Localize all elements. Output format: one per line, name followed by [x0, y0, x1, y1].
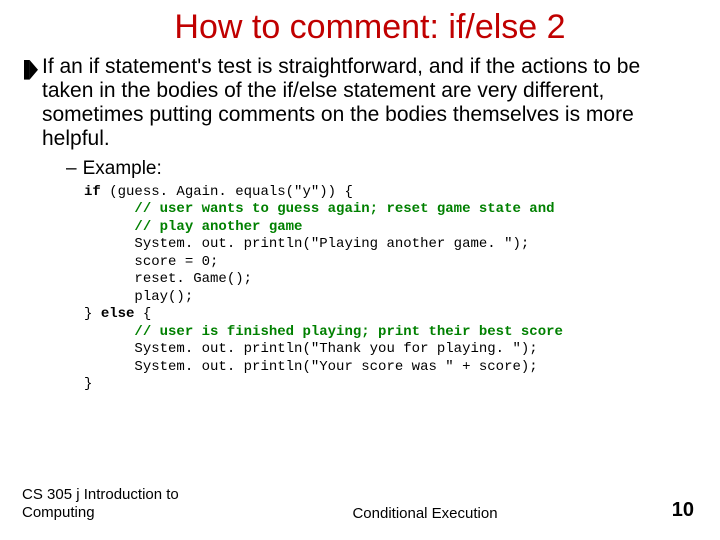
example-label-row: –Example: — [66, 158, 696, 180]
code-line-4: System. out. println("Playing another ga… — [134, 236, 529, 252]
code-comment-2: // play another game — [134, 219, 302, 235]
code-comment-3: // user is finished playing; print their… — [134, 324, 562, 340]
slide-title: How to comment: if/else 2 — [0, 0, 720, 47]
code-line-7: play(); — [134, 289, 193, 305]
code-block: if (guess. Again. equals("y")) { // user… — [84, 184, 696, 394]
code-kw-else: else — [101, 306, 135, 322]
code-line-8a: } — [84, 306, 101, 322]
dash-icon: – — [66, 158, 77, 179]
code-line-12: } — [84, 376, 92, 392]
footer-topic: Conditional Execution — [200, 505, 650, 522]
code-comment-1: // user wants to guess again; reset game… — [134, 201, 554, 217]
main-paragraph: If an if statement's test is straightfor… — [42, 55, 696, 152]
code-line-8c: { — [134, 306, 151, 322]
bullet-icon — [24, 60, 38, 80]
code-line-11: System. out. println("Your score was " +… — [134, 359, 537, 375]
code-line-6: reset. Game(); — [134, 271, 252, 287]
code-line-5: score = 0; — [134, 254, 218, 270]
footer-course: CS 305 j Introduction to Computing — [0, 486, 200, 522]
main-bullet: If an if statement's test is straightfor… — [24, 55, 696, 152]
example-label: Example: — [83, 158, 162, 179]
slide-body: If an if statement's test is straightfor… — [0, 47, 720, 394]
code-line-1b: (guess. Again. equals("y")) { — [101, 184, 353, 200]
page-number: 10 — [650, 499, 720, 522]
code-kw-if: if — [84, 184, 101, 200]
slide-footer: CS 305 j Introduction to Computing Condi… — [0, 486, 720, 522]
code-line-10: System. out. println("Thank you for play… — [134, 341, 537, 357]
